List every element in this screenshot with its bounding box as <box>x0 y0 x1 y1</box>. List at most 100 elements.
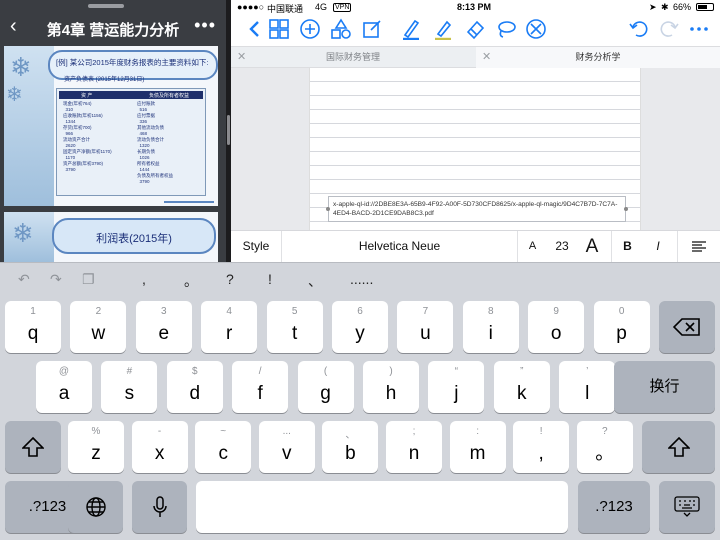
dismiss-keyboard-key[interactable] <box>659 481 715 533</box>
key-g[interactable]: (g <box>297 361 354 413</box>
key-label: i <box>488 323 493 344</box>
key-i[interactable]: 8i <box>462 301 519 353</box>
pen-icon[interactable] <box>399 18 423 42</box>
tab-financial-analysis[interactable]: ✕ 财务分析学 <box>476 47 720 68</box>
prediction-ellipsis[interactable]: ...... <box>350 271 373 287</box>
text-box-content[interactable]: x-apple-ql-id://2DBE8E3A-65B9-4F92-A00F-… <box>333 201 617 217</box>
grid-icon[interactable] <box>267 18 291 42</box>
key-label: c <box>218 443 228 464</box>
key-label: o <box>550 323 562 344</box>
resize-handle[interactable] <box>624 207 628 211</box>
divider-handle[interactable] <box>227 115 230 145</box>
key-label: s <box>124 383 135 404</box>
font-name-button[interactable]: Helvetica Neue <box>281 231 517 262</box>
lined-paper-page[interactable]: x-apple-ql-id://2DBE8E3A-65B9-4F92-A00F-… <box>309 68 641 230</box>
key-b[interactable]: 、 b <box>322 421 379 473</box>
key-t[interactable]: 5t <box>266 301 323 353</box>
prediction-enumeration-comma[interactable]: 、 <box>308 271 322 291</box>
redo-icon[interactable]: ↷ <box>50 271 62 288</box>
key-v[interactable]: ... v <box>258 421 315 473</box>
key-label: h <box>385 383 397 404</box>
close-icon[interactable]: ✕ <box>237 47 246 68</box>
style-button[interactable]: Style <box>231 231 281 262</box>
key-comma[interactable]: !, <box>513 421 570 473</box>
key-y[interactable]: 6y <box>332 301 388 353</box>
window-grabber[interactable] <box>88 4 124 8</box>
document-canvas[interactable]: x-apple-ql-id://2DBE8E3A-65B9-4F92-A00F-… <box>231 68 720 230</box>
prediction-period[interactable]: 。 <box>184 271 198 291</box>
key-label: n <box>408 443 420 464</box>
key-j[interactable]: “j <box>428 361 485 413</box>
key-o[interactable]: 9o <box>528 301 585 353</box>
undo-icon[interactable]: ↶ <box>18 271 30 288</box>
slide-thumbnail-2[interactable]: ❄ 利润表(2015年) <box>4 212 218 262</box>
key-u[interactable]: 7u <box>397 301 454 353</box>
key-p[interactable]: 0p <box>593 301 650 353</box>
space-key[interactable] <box>196 481 568 533</box>
italic-button[interactable]: I <box>643 231 673 262</box>
return-key[interactable]: 换行 <box>614 361 715 413</box>
globe-key[interactable] <box>68 481 123 533</box>
lasso-icon[interactable] <box>494 18 518 42</box>
balance-sheet-table: 资 产 负债及所有者权益 现金(年初764) 310 应收账款(年初1156) … <box>56 88 206 196</box>
key-l[interactable]: ’ l <box>559 361 616 413</box>
back-icon[interactable] <box>243 18 267 42</box>
key-m[interactable]: :m <box>449 421 506 473</box>
key-x[interactable]: -x <box>131 421 188 473</box>
dictation-key[interactable] <box>132 481 187 533</box>
resize-handle[interactable] <box>326 207 330 211</box>
prediction-exclamation[interactable]: ! <box>268 271 272 287</box>
bluetooth-icon: ✱ <box>661 2 669 12</box>
key-label: j <box>454 383 459 404</box>
decrease-font-button[interactable]: A <box>517 231 547 262</box>
compose-icon[interactable] <box>360 18 384 42</box>
highlighter-icon[interactable] <box>431 18 455 42</box>
key-f[interactable]: / f <box>232 361 289 413</box>
key-hint: ) <box>389 366 393 377</box>
prediction-comma[interactable]: , <box>142 271 146 287</box>
key-k[interactable]: ” k <box>493 361 550 413</box>
bold-button[interactable]: B <box>611 231 643 262</box>
battery-percent: 66% <box>673 2 692 12</box>
shift-key-left[interactable] <box>5 421 61 473</box>
numbers-key-right[interactable]: .?123 <box>578 481 650 533</box>
network-type: 4G <box>315 2 328 12</box>
increase-font-button[interactable]: A <box>577 231 607 262</box>
redo-icon[interactable] <box>657 18 681 42</box>
chevron-left-icon[interactable]: ‹ <box>10 16 17 36</box>
clear-icon[interactable] <box>524 18 548 42</box>
key-s[interactable]: # s <box>101 361 158 413</box>
key-label: w <box>91 323 106 344</box>
shift-key-right[interactable] <box>642 421 715 473</box>
key-d[interactable]: $ d <box>166 361 223 413</box>
key-z[interactable]: % z <box>68 421 124 473</box>
slide-thumbnail-1[interactable]: ❄ ❄ [例] 某公司2015年度财务报表的主要资料如下: 资产负债表 (201… <box>4 46 218 206</box>
key-e[interactable]: 3e <box>135 301 192 353</box>
slides-header: ‹ 第4章 营运能力分析 ••• <box>0 0 226 44</box>
eraser-icon[interactable] <box>463 18 487 42</box>
key-label: z <box>91 443 101 464</box>
more-icon[interactable]: ••• <box>194 16 216 34</box>
status-bar: ●●●●○ 中国联通 4G VPN 8:13 PM ➤ ✱ 66% <box>231 0 720 14</box>
key-q[interactable]: 1q <box>5 301 61 353</box>
close-icon[interactable]: ✕ <box>482 47 491 68</box>
shapes-icon[interactable] <box>329 18 353 42</box>
key-c[interactable]: ~ c <box>195 421 252 473</box>
more-icon[interactable] <box>687 18 711 42</box>
key-label: y <box>355 323 365 344</box>
align-icon[interactable] <box>677 231 720 262</box>
key-w[interactable]: 2w <box>70 301 127 353</box>
prediction-question[interactable]: ? <box>226 271 234 287</box>
add-icon[interactable] <box>298 18 322 42</box>
key-period[interactable]: ?。 <box>576 421 633 473</box>
key-n[interactable]: ; n <box>386 421 442 473</box>
key-label: g <box>320 383 331 404</box>
delete-key[interactable] <box>659 301 715 353</box>
key-a[interactable]: @ a <box>36 361 92 413</box>
tab-international-finance[interactable]: ✕ 国际财务管理 <box>231 47 475 68</box>
text-box[interactable]: x-apple-ql-id://2DBE8E3A-65B9-4F92-A00F-… <box>326 196 628 222</box>
key-h[interactable]: ) h <box>363 361 419 413</box>
key-r[interactable]: 4r <box>201 301 258 353</box>
paste-icon[interactable]: ❐ <box>82 271 95 288</box>
undo-icon[interactable] <box>627 18 651 42</box>
